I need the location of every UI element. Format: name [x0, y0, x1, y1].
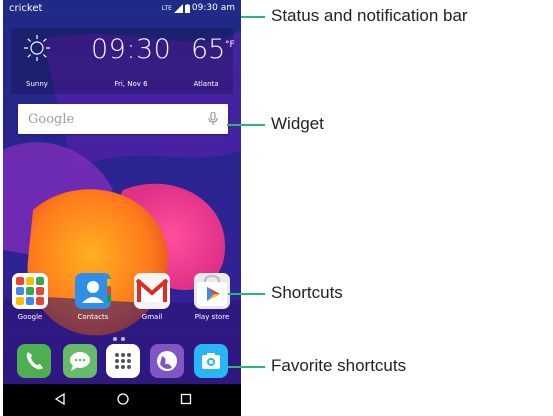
callout-shortcuts: Shortcuts — [271, 283, 343, 302]
weather-city: Atlanta — [193, 80, 219, 88]
browser-icon — [157, 351, 177, 371]
clock-time: 09:30 — [91, 34, 172, 65]
page-indicator — [113, 337, 125, 341]
back-icon[interactable] — [53, 392, 67, 406]
phone-icon — [26, 352, 43, 370]
shortcut-play-store[interactable]: Play store — [185, 273, 239, 321]
callout-status: Status and notification bar — [271, 6, 468, 25]
messaging-icon — [70, 352, 90, 371]
navigation-bar — [3, 384, 241, 416]
callout-line-widget — [227, 124, 265, 126]
recents-icon[interactable] — [179, 392, 193, 406]
page-dot — [121, 337, 125, 341]
shortcut-label: Gmail — [141, 313, 163, 321]
mic-icon[interactable] — [208, 112, 218, 126]
gmail-icon — [134, 273, 170, 309]
status-bar: cricket LTE 09:30 am — [3, 0, 241, 20]
clock-date: Fri, Nov 6 — [114, 80, 148, 88]
play-store-icon — [194, 273, 230, 309]
search-placeholder: Google — [28, 112, 75, 127]
temperature-unit: °F — [225, 40, 235, 50]
status-time: 09:30 am — [191, 3, 235, 13]
shortcut-contacts[interactable]: Contacts — [66, 273, 120, 321]
shortcut-gmail[interactable]: Gmail — [125, 273, 179, 321]
sun-icon — [24, 35, 50, 61]
home-icon[interactable] — [116, 392, 130, 406]
favorite-phone[interactable] — [17, 344, 51, 378]
phone-screen: cricket LTE 09:30 am 09:30 65 °F Sunny F… — [3, 0, 241, 416]
battery-icon — [184, 3, 190, 13]
callout-widget: Widget — [271, 114, 324, 133]
favorite-browser[interactable] — [150, 344, 184, 378]
shortcut-label: Play store — [194, 313, 230, 321]
app-drawer-icon — [115, 353, 131, 369]
carrier-name: cricket — [9, 3, 43, 14]
page-dot — [113, 337, 117, 341]
weather-condition: Sunny — [26, 80, 48, 88]
camera-icon — [202, 353, 220, 369]
google-search-widget[interactable]: Google — [18, 104, 228, 134]
callout-line-status — [241, 16, 265, 18]
callout-line-favorites — [228, 366, 265, 368]
temperature: 65 — [191, 34, 226, 65]
favorite-camera[interactable] — [194, 344, 228, 378]
shortcut-label: Google — [17, 313, 43, 321]
network-type: LTE — [161, 4, 172, 12]
google-folder-icon — [12, 273, 48, 309]
callout-line-shortcuts — [228, 293, 265, 295]
weather-clock-widget[interactable]: 09:30 65 °F Sunny Fri, Nov 6 Atlanta — [11, 28, 235, 94]
signal-icon — [173, 3, 183, 13]
shortcut-label: Contacts — [77, 313, 109, 321]
callout-favorites: Favorite shortcuts — [271, 356, 407, 375]
contacts-icon — [75, 273, 111, 309]
shortcut-google[interactable]: Google — [3, 273, 57, 321]
favorite-app-drawer[interactable] — [106, 344, 140, 378]
favorite-messaging[interactable] — [63, 344, 97, 378]
